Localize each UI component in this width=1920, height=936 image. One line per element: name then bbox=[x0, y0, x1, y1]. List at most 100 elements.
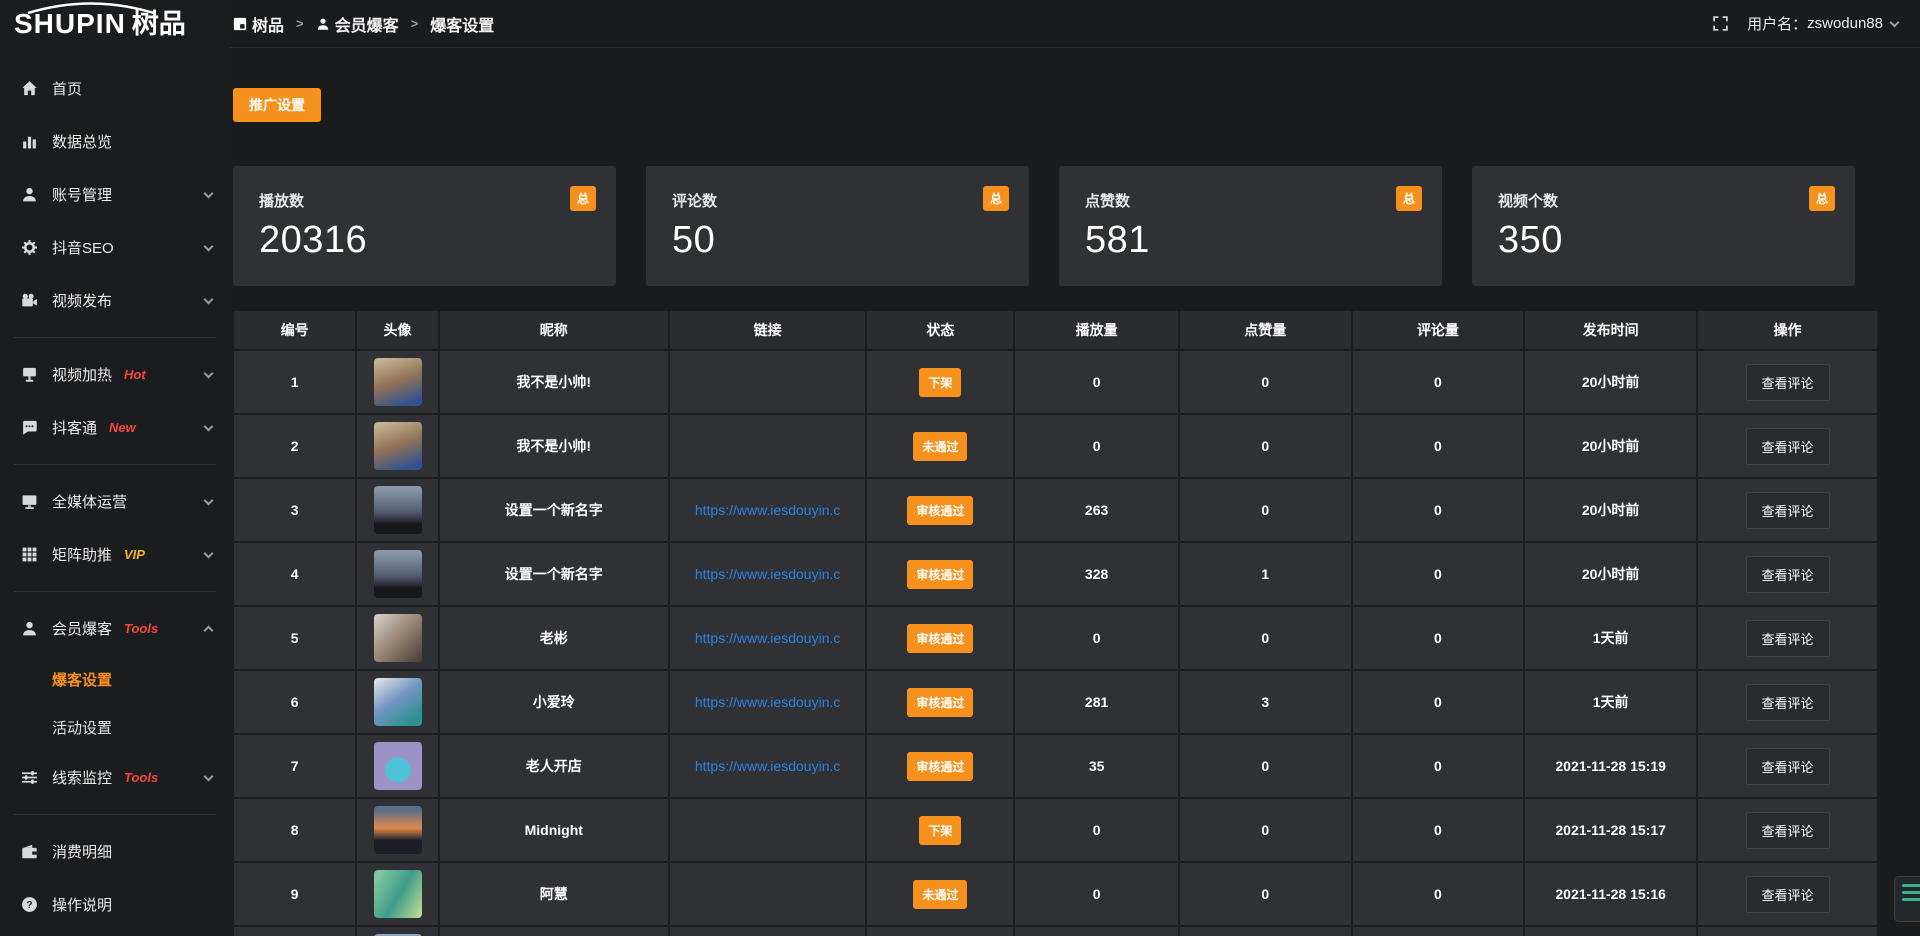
stat-label: 视频个数 bbox=[1498, 190, 1831, 211]
cell-plays bbox=[1014, 927, 1179, 936]
sidebar-item-matrix-boost[interactable]: 矩阵助推 VIP bbox=[0, 528, 230, 581]
sidebar-item-omnimedia-operation[interactable]: 全媒体运营 bbox=[0, 475, 230, 528]
cell-comments: 0 bbox=[1352, 735, 1525, 799]
view-comments-button[interactable]: 查看评论 bbox=[1746, 364, 1830, 401]
avatar bbox=[374, 870, 422, 918]
avatar bbox=[374, 742, 422, 790]
sidebar-subitem-baoke-settings[interactable]: 爆客设置 bbox=[0, 655, 230, 703]
avatar bbox=[374, 550, 422, 598]
videos-table: 编号 头像 昵称 链接 状态 播放量 点赞量 评论量 发布时间 操作 1 我不是… bbox=[233, 311, 1878, 936]
sidebar-item-label: 首页 bbox=[52, 78, 82, 99]
cell-likes: 0 bbox=[1179, 351, 1352, 415]
table-header-row: 编号 头像 昵称 链接 状态 播放量 点赞量 评论量 发布时间 操作 bbox=[233, 311, 1878, 351]
cell-id: 7 bbox=[233, 735, 356, 799]
cell-time: 2021-11-28 15:19 bbox=[1524, 735, 1697, 799]
sidebar-item-label: 抖客通 bbox=[52, 417, 97, 438]
user-menu[interactable]: 用户名： zswodun88 bbox=[1747, 13, 1898, 34]
avatar bbox=[374, 614, 422, 662]
view-comments-button[interactable]: 查看评论 bbox=[1746, 556, 1830, 593]
stat-label: 点赞数 bbox=[1085, 190, 1418, 211]
vip-tag: VIP bbox=[124, 547, 145, 562]
sidebar-item-doukertong[interactable]: 抖客通 New bbox=[0, 401, 230, 454]
tools-tag: Tools bbox=[124, 770, 158, 785]
cell-nickname: 老彬 bbox=[439, 607, 669, 671]
floating-widget[interactable] bbox=[1894, 876, 1920, 922]
view-comments-button[interactable]: 查看评论 bbox=[1746, 492, 1830, 529]
table-row: 4 设置一个新名字 https://www.iesdouyin.c 审核通过 3… bbox=[233, 543, 1878, 607]
stat-value: 50 bbox=[672, 219, 1005, 262]
sidebar-item-home[interactable]: 首页 bbox=[0, 62, 230, 115]
stat-label: 播放数 bbox=[259, 190, 592, 211]
chevron-up-icon bbox=[204, 626, 214, 636]
view-comments-button[interactable]: 查看评论 bbox=[1746, 876, 1830, 913]
sidebar-item-data-overview[interactable]: 数据总览 bbox=[0, 115, 230, 168]
cell-plays: 263 bbox=[1014, 479, 1179, 543]
stat-card-likes: 点赞数 581 总 bbox=[1059, 166, 1442, 286]
promotion-settings-button[interactable]: 推广设置 bbox=[233, 88, 321, 122]
chevron-down-icon bbox=[204, 368, 214, 378]
sidebar-item-member-baoke[interactable]: 会员爆客 Tools bbox=[0, 602, 230, 655]
sidebar-item-label: 线索监控 bbox=[52, 767, 112, 788]
sidebar-item-label: 消费明细 bbox=[52, 841, 112, 862]
breadcrumb-item-shupin[interactable]: 树品 bbox=[233, 12, 284, 36]
sidebar-item-video-heating[interactable]: 视频加热 Hot bbox=[0, 348, 230, 401]
view-comments-button[interactable]: 查看评论 bbox=[1746, 812, 1830, 849]
video-link[interactable]: https://www.iesdouyin.c bbox=[695, 502, 841, 518]
sidebar-item-label: 账号管理 bbox=[52, 184, 112, 205]
video-link[interactable]: https://www.iesdouyin.c bbox=[695, 694, 841, 710]
svg-text:?: ? bbox=[26, 900, 32, 911]
col-link: 链接 bbox=[669, 311, 866, 351]
cell-id: 9 bbox=[233, 863, 356, 927]
table-row: 1 我不是小帅! 下架 0 0 0 20小时前 查看评论 bbox=[233, 351, 1878, 415]
cell-plays: 0 bbox=[1014, 863, 1179, 927]
sidebar-item-video-publish[interactable]: 视频发布 bbox=[0, 274, 230, 327]
view-comments-button[interactable]: 查看评论 bbox=[1746, 748, 1830, 785]
view-comments-button[interactable]: 查看评论 bbox=[1746, 684, 1830, 721]
cell-comments: 0 bbox=[1352, 607, 1525, 671]
cell-plays: 0 bbox=[1014, 799, 1179, 863]
table-row: 7 老人开店 https://www.iesdouyin.c 审核通过 35 0… bbox=[233, 735, 1878, 799]
breadcrumb-item-member-baoke[interactable]: 会员爆客 bbox=[316, 12, 399, 36]
video-link[interactable]: https://www.iesdouyin.c bbox=[695, 566, 841, 582]
cell-plays: 0 bbox=[1014, 607, 1179, 671]
sidebar-subitem-activity-settings[interactable]: 活动设置 bbox=[0, 703, 230, 751]
brand-logo[interactable]: SHUPIN 树品 bbox=[0, 0, 230, 48]
view-comments-button[interactable]: 查看评论 bbox=[1746, 620, 1830, 657]
view-comments-button[interactable]: 查看评论 bbox=[1746, 428, 1830, 465]
sidebar-divider bbox=[14, 464, 216, 465]
video-camera-icon bbox=[20, 292, 38, 310]
cell-likes: 0 bbox=[1179, 799, 1352, 863]
sidebar-item-operation-guide[interactable]: ? 操作说明 bbox=[0, 878, 230, 931]
cell-plays: 35 bbox=[1014, 735, 1179, 799]
col-nickname: 昵称 bbox=[439, 311, 669, 351]
cell-nickname: Midnight bbox=[439, 799, 669, 863]
user-icon bbox=[316, 17, 330, 31]
total-badge: 总 bbox=[1809, 186, 1835, 211]
breadcrumb-separator: > bbox=[296, 16, 304, 31]
sidebar-item-clue-monitoring[interactable]: 线索监控 Tools bbox=[0, 751, 230, 804]
sidebar-item-account-management[interactable]: 账号管理 bbox=[0, 168, 230, 221]
dashboard-icon bbox=[233, 17, 247, 31]
new-tag: New bbox=[109, 420, 136, 435]
video-link[interactable]: https://www.iesdouyin.c bbox=[695, 630, 841, 646]
help-circle-icon: ? bbox=[20, 896, 38, 914]
video-link[interactable]: https://www.iesdouyin.c bbox=[695, 758, 841, 774]
sidebar-item-douyin-seo[interactable]: 抖音SEO bbox=[0, 221, 230, 274]
fullscreen-icon[interactable] bbox=[1712, 15, 1729, 32]
chevron-down-icon bbox=[204, 548, 214, 558]
tools-tag: Tools bbox=[124, 621, 158, 636]
sidebar-subitem-label: 爆客设置 bbox=[52, 669, 112, 690]
chat-bubble-icon bbox=[20, 419, 38, 437]
cell-comments: 0 bbox=[1352, 671, 1525, 735]
col-comments: 评论量 bbox=[1352, 311, 1525, 351]
chevron-down-icon bbox=[204, 421, 214, 431]
sidebar-item-consumption-details[interactable]: 消费明细 bbox=[0, 825, 230, 878]
sidebar-item-label: 视频加热 bbox=[52, 364, 112, 385]
cell-id: 6 bbox=[233, 671, 356, 735]
topbar-right: 用户名： zswodun88 bbox=[1712, 13, 1898, 34]
cell-time: 20小时前 bbox=[1524, 415, 1697, 479]
cell-likes bbox=[1179, 927, 1352, 936]
sidebar-item-label: 会员爆客 bbox=[52, 618, 112, 639]
status-badge: 下架 bbox=[919, 368, 961, 397]
cell-likes: 3 bbox=[1179, 671, 1352, 735]
